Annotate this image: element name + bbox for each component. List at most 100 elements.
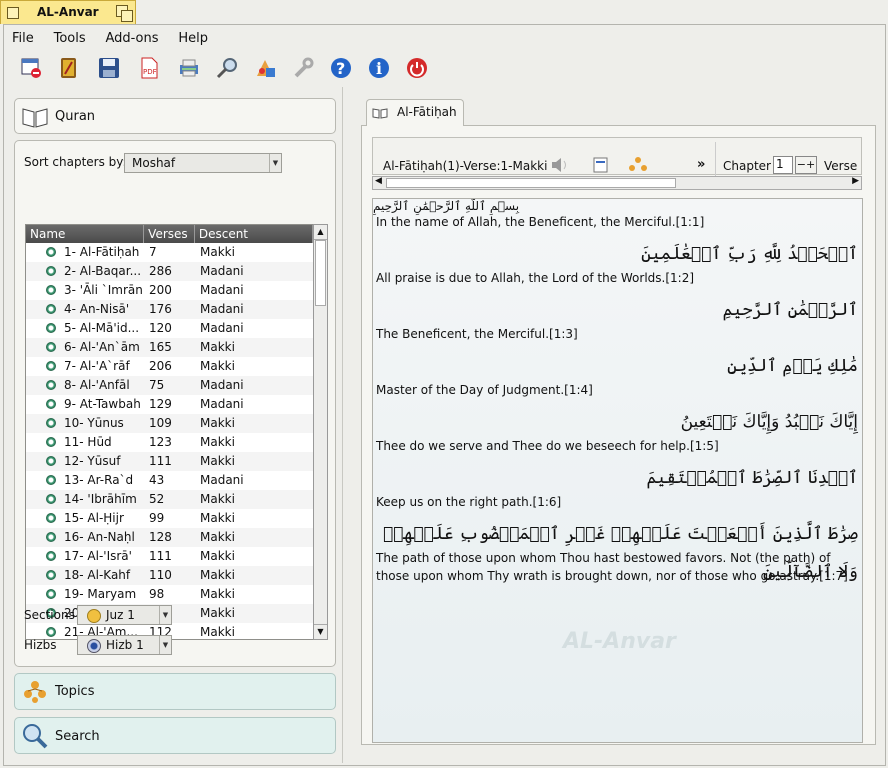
notes-icon[interactable] [591, 156, 611, 174]
topics-small-icon[interactable] [628, 156, 648, 174]
verse-arabic: مَٰلِكِ يَوۡمِ ٱلدِّينِ [727, 356, 858, 376]
svg-text:PDF: PDF [143, 68, 157, 76]
chapter-descent: Madani [200, 321, 244, 335]
info-icon[interactable]: i [366, 55, 392, 81]
chapter-verses: 109 [149, 416, 172, 430]
chapter-bullet-icon [46, 399, 56, 409]
chapter-name-cell: 7- Al-'A`rāf [26, 357, 145, 376]
chapter-descent: Madani [200, 302, 244, 316]
chapter-verses: 111 [149, 454, 172, 468]
search-tool-icon[interactable] [214, 55, 240, 81]
scroll-down-icon[interactable]: ▼ [314, 624, 327, 639]
chapter-verses: 75 [149, 378, 165, 392]
chapter-name: 1- Al-Fātiḥah [64, 245, 140, 259]
sections-label: Sections [24, 608, 75, 622]
chapter-bullet-icon [46, 513, 56, 523]
menu-help[interactable]: Help [178, 31, 208, 46]
bismillah-header: بِسۡمِ ٱللَّهِ ٱلرَّحۡمَٰنِ ٱلرَّحِيمِ [373, 199, 520, 213]
book-icon[interactable] [56, 55, 82, 81]
h-scroll-thumb[interactable] [386, 178, 676, 188]
chapter-verses: 123 [149, 435, 172, 449]
wrench-icon[interactable] [290, 55, 316, 81]
col-descent[interactable]: Descent [195, 225, 313, 243]
table-row[interactable]: 12- Yūsuf 111 Makki [26, 452, 313, 471]
chapter-descent: Madani [200, 378, 244, 392]
pdf-icon[interactable]: PDF [136, 55, 162, 81]
sort-combo[interactable]: Moshaf ▼ [124, 153, 282, 173]
hizbs-combo[interactable]: Hizb 1 ▼ [77, 635, 172, 655]
table-row[interactable]: 3- 'Āli `Imrān 200 Madani [26, 281, 313, 300]
col-name[interactable]: Name [26, 225, 145, 243]
table-row[interactable]: 19- Maryam 98 Makki [26, 585, 313, 604]
table-row[interactable]: 16- An-Naḥl 128 Makki [26, 528, 313, 547]
chapter-descent: Makki [200, 606, 235, 620]
col-verses[interactable]: Verses [144, 225, 195, 243]
table-row[interactable]: 14- 'Ibrāhīm 52 Makki [26, 490, 313, 509]
restore-icon[interactable] [121, 10, 133, 22]
power-icon[interactable] [404, 55, 430, 81]
menu-tools[interactable]: Tools [54, 31, 86, 46]
more-button[interactable]: » [697, 157, 705, 172]
splitter[interactable] [342, 87, 343, 763]
print-icon[interactable] [176, 55, 202, 81]
chapter-stepper[interactable]: −+ [795, 156, 817, 174]
chapter-bullet-icon [46, 323, 56, 333]
quran-button[interactable]: Quran [14, 98, 336, 134]
menu-file[interactable]: File [12, 31, 34, 46]
scroll-left-icon[interactable]: ◀ [375, 176, 382, 186]
chevron-down-icon: ▼ [269, 154, 281, 172]
chapter-descent: Makki [200, 359, 235, 373]
chapter-descent: Makki [200, 625, 235, 639]
chapter-bullet-icon [46, 285, 56, 295]
chapter-name-cell: 19- Maryam [26, 585, 145, 604]
table-row[interactable]: 7- Al-'A`rāf 206 Makki [26, 357, 313, 376]
chapter-name: 5- Al-Mā'id... [64, 321, 140, 335]
chapter-bullet-icon [46, 247, 56, 257]
main-window: File Tools Add-ons Help PDF ? i Quran So… [3, 24, 886, 766]
chapter-input[interactable]: 1 [773, 156, 793, 174]
table-scrollbar[interactable]: ▲ ▼ [313, 224, 328, 640]
chapter-name: 7- Al-'A`rāf [64, 359, 130, 373]
sections-combo[interactable]: Juz 1 ▼ [77, 605, 172, 625]
table-row[interactable]: 5- Al-Mā'id... 120 Madani [26, 319, 313, 338]
table-row[interactable]: 11- Hūd 123 Makki [26, 433, 313, 452]
table-row[interactable]: 6- Al-'An`ām 165 Makki [26, 338, 313, 357]
chapter-name: 8- Al-'Anfāl [64, 378, 130, 392]
table-row[interactable]: 8- Al-'Anfāl 75 Madani [26, 376, 313, 395]
window-title-tab[interactable]: AL-Anvar [0, 0, 136, 24]
chapter-descent: Makki [200, 340, 235, 354]
chapter-verses: 206 [149, 359, 172, 373]
chapter-descent: Madani [200, 264, 244, 278]
table-row[interactable]: 10- Yūnus 109 Makki [26, 414, 313, 433]
addons-icon[interactable] [252, 55, 278, 81]
table-row[interactable]: 17- Al-'Isrā' 111 Makki [26, 547, 313, 566]
chapter-name: 19- Maryam [64, 587, 137, 601]
chapter-name-cell: 5- Al-Mā'id... [26, 319, 145, 338]
new-window-icon[interactable] [18, 55, 44, 81]
table-row[interactable]: 15- Al-Ḥijr 99 Makki [26, 509, 313, 528]
table-row[interactable]: 18- Al-Kahf 110 Makki [26, 566, 313, 585]
speaker-icon[interactable] [550, 156, 572, 174]
table-row[interactable]: 1- Al-Fātiḥah 7 Makki [26, 243, 313, 262]
chapter-verses: 110 [149, 568, 172, 582]
horizontal-scrollbar[interactable]: ◀ ▶ [372, 176, 862, 190]
table-row[interactable]: 9- At-Tawbah 129 Madani [26, 395, 313, 414]
help-icon[interactable]: ? [328, 55, 354, 81]
save-icon[interactable] [96, 55, 122, 81]
scroll-right-icon[interactable]: ▶ [852, 176, 859, 186]
tab-al-fatihah[interactable]: Al-Fātiḥah [366, 99, 464, 126]
table-row[interactable]: 2- Al-Baqar... 286 Madani [26, 262, 313, 281]
chevron-down-icon: ▼ [159, 606, 171, 624]
table-row[interactable]: 13- Ar-Ra`d 43 Madani [26, 471, 313, 490]
search-button[interactable]: Search [14, 717, 336, 754]
scroll-thumb[interactable] [315, 240, 326, 306]
table-row[interactable]: 4- An-Nisā' 176 Madani [26, 300, 313, 319]
chapter-name-cell: 17- Al-'Isrā' [26, 547, 145, 566]
topics-button[interactable]: Topics [14, 673, 336, 710]
menu-addons[interactable]: Add-ons [105, 31, 158, 46]
scroll-up-icon[interactable]: ▲ [314, 225, 327, 240]
chapter-bullet-icon [46, 494, 56, 504]
chapter-bullet-icon [46, 551, 56, 561]
chapter-verses: 111 [149, 549, 172, 563]
chapter-verses: 7 [149, 245, 157, 259]
